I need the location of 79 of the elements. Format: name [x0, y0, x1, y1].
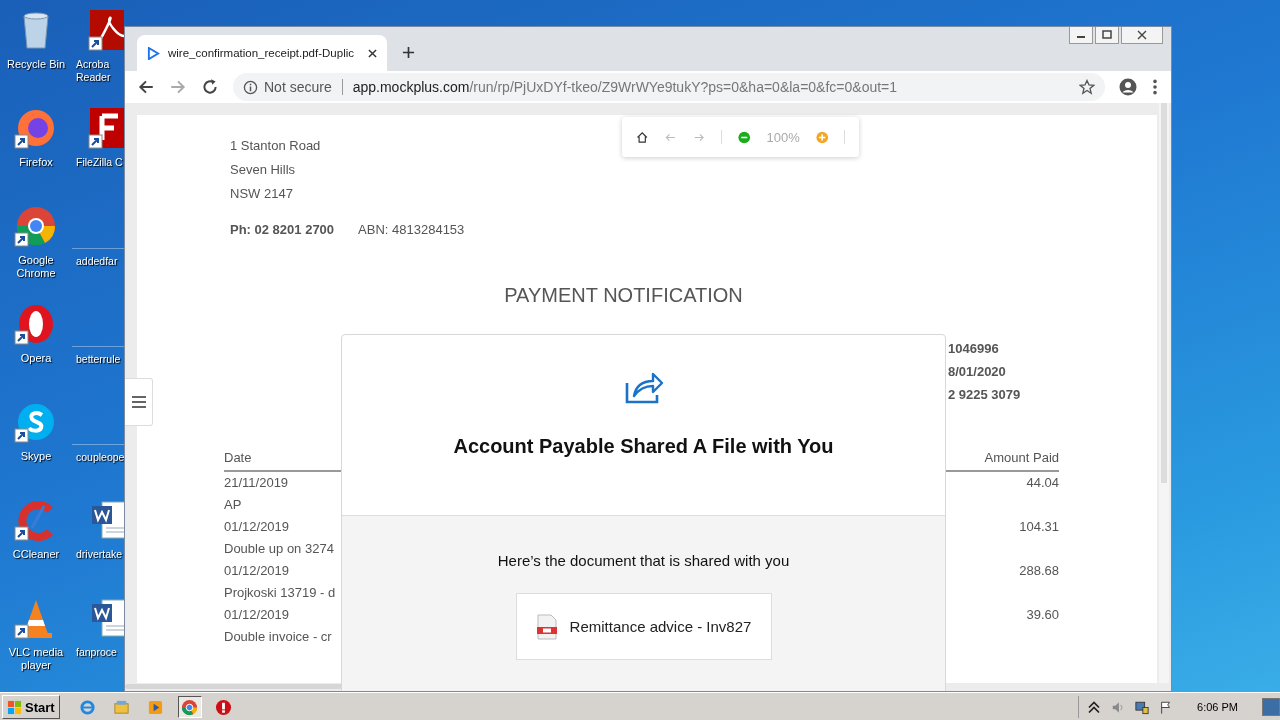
desktop-icon-label[interactable]: VLC media player	[1, 646, 71, 672]
minimize-button[interactable]	[1069, 27, 1093, 44]
opera-icon	[215, 698, 233, 716]
security-label: Not secure	[264, 79, 332, 95]
ie-icon	[79, 698, 97, 716]
desktop-icon-label[interactable]: Firefox	[19, 156, 53, 169]
pdf-file-icon	[535, 613, 558, 640]
address-line: Seven Hills	[230, 161, 296, 179]
new-tab-icon[interactable]	[402, 46, 415, 59]
detail-value: 8/01/2020	[948, 363, 1006, 381]
acrobat-icon[interactable]	[88, 8, 124, 52]
desktop-icon-label[interactable]: Skype	[20, 450, 52, 463]
table-cell-text: 39.60	[1026, 606, 1059, 624]
profile-icon[interactable]	[1119, 78, 1137, 96]
abn-number: ABN: 4813284153	[358, 221, 465, 239]
taskbar-chrome-button[interactable]	[177, 696, 202, 718]
address-line: 1 Stanton Road	[230, 137, 321, 155]
address-line: NSW 2147	[230, 185, 293, 203]
desktop-icon-label[interactable]: coupleope	[76, 451, 124, 464]
desktop-icon-label[interactable]: fanproce	[76, 646, 117, 659]
home-icon[interactable]	[636, 129, 649, 145]
address-bar[interactable]: Not secure app.mockplus.com/run/rp/PjUxDYf-tkeo/Z9WrWYe9tukY?ps=0&ha=0&la=0&fc=0&out=1	[233, 73, 1105, 101]
column-header: Date	[224, 449, 252, 467]
desktop-icon-label[interactable]: Acroba Reader	[76, 58, 124, 84]
desktop-icon-label[interactable]: Opera	[20, 352, 52, 365]
zoom-level: 100%	[766, 129, 800, 145]
desktop-icon-label[interactable]: Recycle Bin	[6, 58, 66, 71]
dialog-message: Here’s the document that is shared with you	[497, 552, 790, 569]
table-cell-text: Projkoski 13719 - d	[224, 584, 336, 602]
sidebar-toggle-button[interactable]	[125, 378, 153, 426]
filezilla-icon[interactable]	[88, 106, 124, 150]
table-cell-text: 288.68	[1019, 562, 1059, 580]
detail-value: 1046996	[948, 340, 999, 358]
url-text: app.mockplus.com/run/rp/PjUxDYf-tkeo/Z9WrWYe9tukY?ps=0&ha=0&la=0&fc=0&out=1	[352, 79, 899, 95]
table-cell-text: 44.04	[1026, 474, 1059, 492]
chrome-icon[interactable]	[14, 204, 58, 248]
menu-icon	[131, 396, 146, 408]
close-icon[interactable]	[368, 48, 377, 58]
file-button[interactable]: Remittance advice - Inv827	[515, 593, 772, 660]
chrome-icon	[181, 698, 199, 716]
show-hidden-icons-icon[interactable]	[1087, 699, 1102, 715]
table-cell-text: Double invoice - cr	[224, 628, 332, 646]
detail-value: 2 9225 3079	[948, 386, 1021, 404]
close-icon	[1137, 30, 1147, 40]
column-header: Amount Paid	[984, 449, 1059, 467]
zoom-out-icon[interactable]	[738, 129, 751, 145]
explorer-icon	[113, 698, 131, 716]
table-cell-text: 104.31	[1019, 518, 1059, 536]
info-icon[interactable]	[243, 79, 258, 95]
desktop-icon-label[interactable]: CCleaner	[12, 548, 60, 561]
browser-tab[interactable]: wire_confirmation_receipt.pdf-Duplic	[137, 35, 387, 71]
maximize-button[interactable]	[1095, 27, 1119, 44]
table-cell-text: Double up on 3274	[224, 540, 334, 558]
back-icon[interactable]	[137, 78, 155, 96]
maximize-icon	[1102, 30, 1112, 40]
network-icon[interactable]	[1135, 699, 1150, 715]
bookmark-star-icon[interactable]	[1079, 79, 1095, 95]
clock[interactable]: 6:06 PM	[1197, 701, 1238, 713]
play-icon	[147, 46, 160, 60]
phone-number: Ph: 02 8201 2700	[230, 221, 335, 239]
desktop-icon-label[interactable]: drivertake	[76, 548, 123, 561]
table-cell-text: 21/11/2019	[224, 474, 289, 492]
desktop-icon-label[interactable]: FileZilla C	[76, 156, 123, 169]
table-cell-text: 01/12/2019	[224, 606, 290, 624]
desktop-icon-label[interactable]: addedfar	[76, 255, 118, 268]
scrollbar[interactable]	[1159, 103, 1169, 683]
desktop-icon-label[interactable]: betterrule	[76, 353, 121, 366]
close-button[interactable]	[1121, 27, 1163, 44]
start-button[interactable]: Start	[2, 695, 60, 719]
media-icon	[147, 698, 165, 716]
table-cell-text: 01/12/2019	[224, 518, 290, 536]
dialog-title: Account Payable Shared A File with You	[453, 435, 834, 458]
reload-icon[interactable]	[201, 78, 219, 96]
table-cell-text: AP	[224, 496, 242, 514]
desktop-icon-label[interactable]: Google Chrome	[1, 254, 71, 280]
document-heading: PAYMENT NOTIFICATION	[503, 284, 744, 307]
table-cell-text: 01/12/2019	[224, 562, 290, 580]
windows-logo-icon	[7, 699, 22, 715]
menu-icon[interactable]	[1151, 78, 1159, 96]
